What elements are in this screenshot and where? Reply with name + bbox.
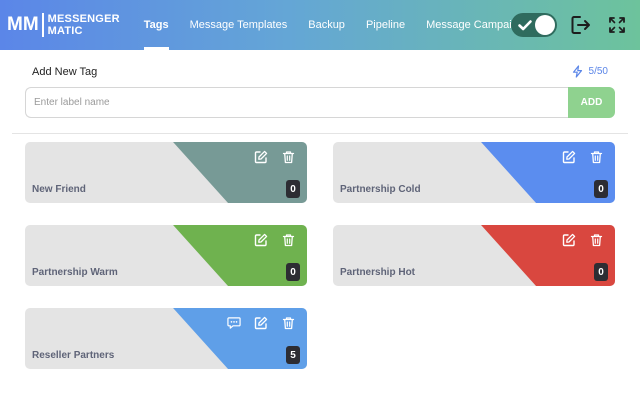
tag-count-badge: 0 bbox=[594, 180, 608, 198]
check-icon bbox=[517, 17, 533, 38]
tag-card[interactable]: New Friend 0 bbox=[25, 142, 307, 203]
main-nav: Tags Message Templates Backup Pipeline M… bbox=[134, 0, 540, 50]
divider bbox=[12, 133, 628, 134]
tag-name: Partnership Warm bbox=[32, 267, 118, 278]
label-name-input[interactable] bbox=[25, 87, 568, 118]
edit-icon[interactable] bbox=[562, 150, 576, 164]
logo-line-2: MATIC bbox=[47, 25, 83, 37]
tag-count-badge: 0 bbox=[594, 263, 608, 281]
tag-name: Partnership Hot bbox=[340, 267, 416, 278]
edit-icon[interactable] bbox=[254, 233, 268, 247]
logout-icon[interactable] bbox=[569, 13, 593, 37]
tag-actions bbox=[254, 150, 295, 164]
tag-card[interactable]: Partnership Cold 0 bbox=[333, 142, 615, 203]
bolt-icon bbox=[572, 65, 582, 78]
chat-icon[interactable] bbox=[227, 316, 241, 330]
tag-name: Partnership Cold bbox=[340, 184, 421, 195]
tag-count: 5/50 bbox=[572, 65, 608, 78]
tag-actions bbox=[254, 233, 295, 247]
trash-icon[interactable] bbox=[281, 150, 295, 164]
tab-message-templates[interactable]: Message Templates bbox=[180, 0, 298, 50]
tag-actions bbox=[562, 233, 603, 247]
trash-icon[interactable] bbox=[281, 316, 295, 330]
add-tag-title: Add New Tag bbox=[32, 66, 98, 78]
edit-icon[interactable] bbox=[254, 150, 268, 164]
tab-pipeline[interactable]: Pipeline bbox=[356, 0, 415, 50]
fullscreen-icon[interactable] bbox=[605, 13, 629, 37]
trash-icon[interactable] bbox=[281, 233, 295, 247]
tag-name: Reseller Partners bbox=[32, 350, 115, 361]
logo-mark: MM bbox=[7, 13, 44, 37]
tag-count-badge: 0 bbox=[286, 263, 300, 281]
edit-icon[interactable] bbox=[562, 233, 576, 247]
top-bar: MM MESSENGER MATIC Tags Message Template… bbox=[0, 0, 640, 50]
trash-icon[interactable] bbox=[589, 233, 603, 247]
add-tag-form: ADD bbox=[25, 87, 615, 118]
tag-actions bbox=[562, 150, 603, 164]
tag-card[interactable]: Partnership Warm 0 bbox=[25, 225, 307, 286]
tag-count-value: 5/50 bbox=[588, 66, 608, 77]
tab-backup[interactable]: Backup bbox=[298, 0, 355, 50]
app-logo[interactable]: MM MESSENGER MATIC bbox=[7, 9, 120, 41]
trash-icon[interactable] bbox=[589, 150, 603, 164]
toggle-knob bbox=[535, 15, 555, 35]
tag-count-badge: 5 bbox=[286, 346, 300, 364]
edit-icon[interactable] bbox=[254, 316, 268, 330]
enable-toggle[interactable] bbox=[511, 13, 557, 37]
tag-count-badge: 0 bbox=[286, 180, 300, 198]
logo-line-1: MESSENGER bbox=[47, 13, 120, 25]
logo-wordmark: MESSENGER MATIC bbox=[48, 13, 120, 37]
tag-card[interactable]: Reseller Partners 5 bbox=[25, 308, 307, 369]
tag-name: New Friend bbox=[32, 184, 86, 195]
add-tag-button[interactable]: ADD bbox=[568, 87, 615, 118]
tag-card[interactable]: Partnership Hot 0 bbox=[333, 225, 615, 286]
tag-actions bbox=[227, 316, 295, 330]
tab-tags[interactable]: Tags bbox=[134, 0, 179, 50]
